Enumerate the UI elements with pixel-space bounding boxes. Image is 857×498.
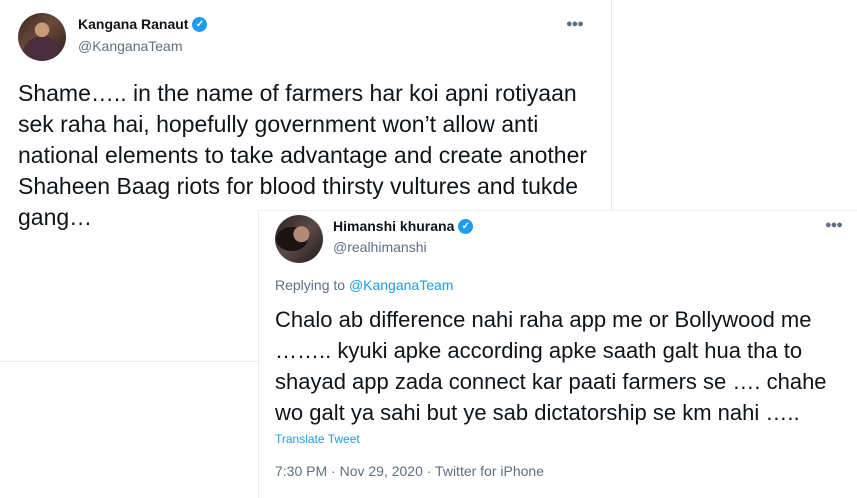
avatar[interactable]	[18, 13, 66, 61]
tweet-text: Chalo ab difference nahi raha app me or …	[275, 307, 827, 425]
translate-tweet-link[interactable]: Translate Tweet	[275, 432, 360, 446]
more-options-icon[interactable]: ●●●	[825, 219, 843, 231]
author-handle[interactable]: @KanganaTeam	[78, 38, 183, 54]
author-name[interactable]: Himanshi khurana	[333, 218, 454, 234]
replying-to: Replying to @KanganaTeam	[275, 277, 453, 293]
avatar[interactable]	[275, 215, 323, 263]
replying-to-label: Replying to	[275, 277, 346, 293]
author-name-row: Himanshi khurana ✓	[333, 218, 474, 234]
tweet-card-himanshi: Himanshi khurana ✓ @realhimanshi ●●● Rep…	[258, 210, 857, 498]
verified-badge-icon: ✓	[458, 218, 474, 234]
tweet-timestamp-source[interactable]: 7:30 PM · Nov 29, 2020 · Twitter for iPh…	[275, 463, 544, 479]
verified-badge-icon: ✓	[192, 16, 208, 32]
author-handle[interactable]: @realhimanshi	[333, 239, 427, 255]
author-name-row: Kangana Ranaut ✓	[78, 16, 208, 32]
replying-to-mention-link[interactable]: @KanganaTeam	[349, 277, 454, 293]
more-options-icon[interactable]: ●●●	[566, 18, 584, 30]
author-name[interactable]: Kangana Ranaut	[78, 16, 188, 32]
